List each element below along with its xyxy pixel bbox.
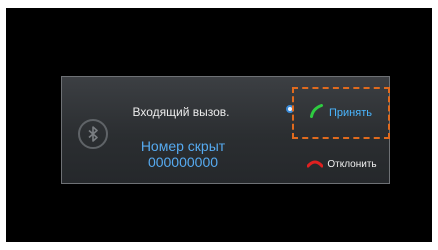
phone-accept-icon (310, 103, 324, 123)
reject-call-button[interactable]: Отклонить (294, 153, 390, 175)
head-unit-screen: Входящий вызов. Номер скрыт 000000000 Пр… (6, 8, 432, 242)
caller-number-label: Номер скрыт (140, 138, 226, 154)
accept-call-button[interactable]: Принять (292, 87, 390, 139)
caller-number-value: 000000000 (147, 154, 219, 170)
incoming-call-dialog: Входящий вызов. Номер скрыт 000000000 Пр… (61, 76, 390, 184)
dialog-title: Входящий вызов. (132, 105, 230, 119)
reject-call-label: Отклонить (327, 158, 377, 170)
accept-call-label: Принять (329, 107, 372, 119)
bluetooth-icon (78, 119, 108, 149)
phone-reject-icon (306, 155, 324, 173)
